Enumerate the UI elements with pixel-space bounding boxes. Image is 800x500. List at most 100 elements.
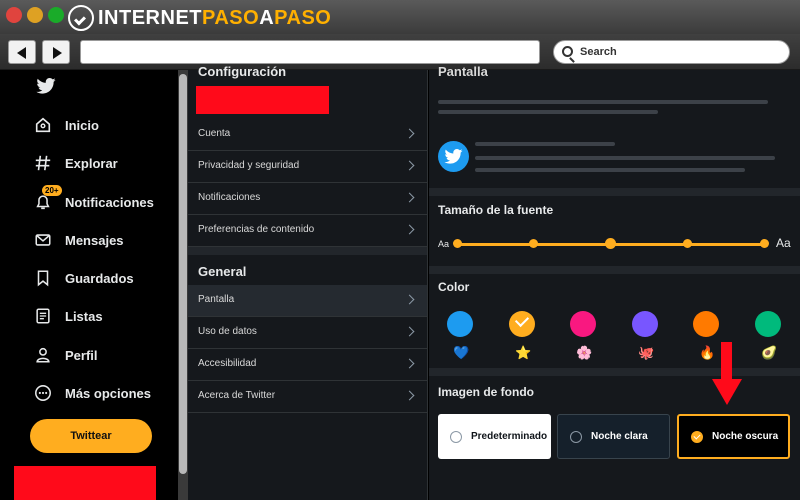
font-size-knob[interactable]: [452, 239, 462, 248]
nav-messages[interactable]: Mensajes: [34, 228, 124, 252]
section-divider: [429, 188, 800, 196]
blurred-description: [438, 110, 658, 114]
nav-explore[interactable]: Explorar: [34, 151, 118, 175]
notification-badge: 20+: [42, 185, 62, 196]
settings-item-about[interactable]: Acerca de Twitter: [188, 381, 427, 413]
color-emoji-icon: 🐙: [638, 345, 655, 360]
maximize-window-button[interactable]: [48, 7, 64, 23]
search-placeholder: Search: [580, 46, 617, 58]
settings-title: Configuración: [198, 64, 287, 79]
chevron-right-icon: [404, 390, 415, 401]
more-icon: [35, 385, 51, 401]
forward-button[interactable]: [42, 40, 70, 64]
chevron-right-icon: [404, 326, 415, 337]
blurred-tweet-text: [475, 156, 775, 160]
settings-item-accessibility[interactable]: Accesibilidad: [188, 349, 427, 381]
list-icon: [36, 308, 50, 324]
nav-lists[interactable]: Listas: [34, 304, 103, 328]
settings-item-privacy[interactable]: Privacidad y seguridad: [188, 151, 427, 183]
browser-search-input[interactable]: Search: [553, 40, 790, 64]
sidebar-scrollbar[interactable]: [178, 70, 188, 500]
color-option[interactable]: [693, 311, 719, 337]
blurred-tweet-text: [475, 168, 745, 172]
nav-more[interactable]: Más opciones: [34, 381, 151, 405]
back-button[interactable]: [8, 40, 36, 64]
nav-explore-label: Explorar: [65, 155, 118, 171]
settings-menu: Configuración Cuenta Privacidad y seguri…: [188, 64, 428, 500]
nav-home[interactable]: Inicio: [34, 113, 99, 137]
background-option-dim[interactable]: Noche clara: [557, 414, 670, 459]
blurred-description: [438, 100, 768, 104]
settings-item-label: Uso de datos: [198, 326, 257, 337]
nav-notifications[interactable]: 20+ Notificaciones: [34, 185, 154, 214]
nav-profile[interactable]: Perfil: [34, 343, 98, 367]
settings-item-notifications[interactable]: Notificaciones: [188, 183, 427, 215]
color-emoji-icon: 💙: [453, 345, 470, 360]
color-option[interactable]: [755, 311, 781, 337]
section-divider: [429, 368, 800, 376]
nav-profile-label: Perfil: [65, 347, 98, 363]
settings-item-label: Preferencias de contenido: [198, 224, 315, 235]
chevron-right-icon: [404, 294, 415, 305]
bell-icon-wrap: 20+: [34, 185, 62, 211]
background-option-label: Predeterminado: [471, 431, 548, 442]
color-emoji-icon: 🥑: [761, 345, 778, 360]
home-icon: [35, 117, 51, 133]
color-option[interactable]: [447, 311, 473, 337]
display-settings-panel: Pantalla Tamaño de la fuente Aa Aa Color…: [429, 64, 800, 500]
font-small-label: Aa: [438, 239, 450, 249]
nav-bookmarks[interactable]: Guardados: [34, 266, 134, 290]
chevron-right-icon: [404, 160, 415, 171]
settings-item-content-preferences[interactable]: Preferencias de contenido: [188, 215, 427, 247]
font-size-knob[interactable]: [682, 239, 692, 248]
font-size-knob[interactable]: [529, 239, 539, 248]
browser-titlebar: INTERNETPASOAPASO: [0, 0, 800, 34]
font-size-knob-selected[interactable]: [605, 238, 616, 249]
close-window-button[interactable]: [6, 7, 22, 23]
nav-home-label: Inicio: [65, 117, 99, 133]
settings-item-label: Accesibilidad: [198, 358, 257, 369]
twitter-bird-icon[interactable]: [36, 78, 56, 94]
settings-item-label: Pantalla: [198, 294, 235, 305]
general-title: General: [198, 264, 247, 279]
redaction-box-username: [196, 86, 329, 114]
address-bar[interactable]: [80, 40, 540, 64]
settings-item-label: Notificaciones: [198, 192, 261, 203]
color-option[interactable]: [632, 311, 658, 337]
logo-text: INTERNETPASOAPASO: [98, 6, 332, 29]
radio-icon: [570, 430, 582, 443]
settings-item-label: Cuenta: [198, 128, 231, 139]
blurred-tweet-text: [475, 142, 615, 146]
settings-item-display[interactable]: Pantalla: [188, 285, 427, 317]
color-title: Color: [438, 280, 470, 294]
bookmark-icon: [37, 270, 49, 287]
section-divider: [429, 266, 800, 274]
background-option-lights-out[interactable]: Noche oscura: [677, 414, 790, 459]
settings-item-account[interactable]: Cuenta: [188, 119, 427, 151]
twitter-sidebar: Inicio Explorar 20+ Notificaciones Mensa…: [0, 70, 178, 500]
font-large-label: Aa: [776, 236, 791, 250]
color-option-selected[interactable]: [509, 311, 535, 337]
settings-item-label: Privacidad y seguridad: [198, 160, 300, 171]
background-option-default[interactable]: Predeterminado: [438, 414, 551, 459]
nav-notifications-label: Notificaciones: [65, 194, 154, 210]
background-option-label: Noche oscura: [712, 431, 779, 442]
hashtag-icon: [35, 155, 51, 171]
nav-messages-label: Mensajes: [65, 232, 124, 248]
nav-lists-label: Listas: [65, 308, 103, 324]
color-emoji-icon: 🌸: [576, 345, 593, 360]
section-divider: [188, 247, 427, 255]
chevron-right-icon: [404, 224, 415, 235]
annotation-arrow-head-icon: [712, 379, 742, 405]
minimize-window-button[interactable]: [27, 7, 43, 23]
twitter-bird-icon: [444, 149, 463, 164]
scrollbar-thumb[interactable]: [179, 74, 187, 474]
display-title: Pantalla: [438, 64, 488, 79]
color-option[interactable]: [570, 311, 596, 337]
radio-icon: [450, 430, 462, 443]
font-size-knob[interactable]: [759, 239, 769, 248]
browser-navbar: Search: [0, 34, 800, 70]
tweet-button[interactable]: Twittear: [30, 419, 152, 453]
nav-bookmarks-label: Guardados: [65, 270, 134, 286]
settings-item-data-usage[interactable]: Uso de datos: [188, 317, 427, 349]
